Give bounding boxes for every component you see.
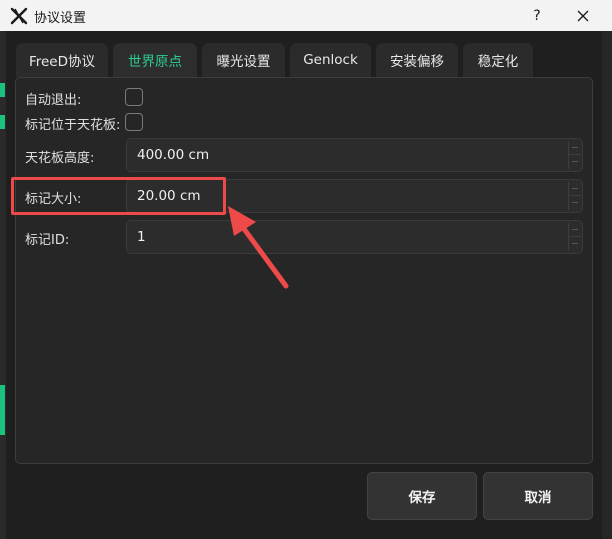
marker-id-input[interactable]: 1 — [126, 220, 583, 254]
marker-size-input[interactable]: 20.00 cm — [126, 179, 583, 213]
marker-size-stepper — [568, 182, 581, 210]
decrement-button[interactable] — [569, 237, 581, 251]
tab-freed-protocol[interactable]: FreeD协议 — [16, 43, 108, 77]
increment-button[interactable] — [569, 223, 581, 237]
save-button[interactable]: 保存 — [367, 472, 477, 520]
tab-stabilization[interactable]: 稳定化 — [463, 43, 533, 77]
marker-id-label: 标记ID: — [25, 233, 70, 248]
world-origin-panel: 自动退出: 标记位于天花板: 天花板高度: 400.00 cm 标记大小: 20… — [15, 77, 593, 464]
marker-on-ceiling-checkbox[interactable] — [125, 113, 143, 131]
ceiling-height-stepper — [568, 141, 581, 169]
settings-dialog: 协议设置 ? FreeD协议 世界原点 曝光设置 Genlock 安装偏移 稳定… — [0, 0, 612, 539]
help-icon: ? — [533, 7, 541, 24]
increment-button[interactable] — [569, 141, 581, 155]
help-button[interactable]: ? — [514, 0, 560, 31]
background-accent-mark — [0, 83, 5, 97]
tab-install-offset[interactable]: 安装偏移 — [376, 43, 458, 77]
app-logo-icon — [10, 7, 28, 25]
cancel-button[interactable]: 取消 — [483, 472, 593, 520]
background-accent-mark — [0, 385, 5, 435]
marker-id-stepper — [568, 223, 581, 251]
marker-on-ceiling-label: 标记位于天花板: — [25, 118, 121, 133]
marker-size-label: 标记大小: — [25, 192, 82, 207]
ceiling-height-label: 天花板高度: — [25, 151, 95, 166]
increment-button[interactable] — [569, 182, 581, 196]
title-bar: 协议设置 ? — [0, 0, 612, 31]
background-app-edge — [0, 31, 6, 539]
background-app-edge-right — [602, 31, 612, 539]
close-icon — [577, 10, 589, 21]
tab-genlock[interactable]: Genlock — [290, 43, 371, 77]
tab-world-origin[interactable]: 世界原点 — [113, 43, 197, 77]
decrement-button[interactable] — [569, 155, 581, 169]
marker-size-value: 20.00 cm — [137, 188, 201, 204]
background-accent-mark — [0, 115, 5, 129]
tab-exposure-settings[interactable]: 曝光设置 — [202, 43, 285, 77]
ceiling-height-value: 400.00 cm — [137, 147, 210, 163]
auto-exit-checkbox[interactable] — [125, 88, 143, 106]
marker-id-value: 1 — [137, 229, 146, 245]
window-title: 协议设置 — [34, 11, 87, 26]
decrement-button[interactable] — [569, 196, 581, 210]
ceiling-height-input[interactable]: 400.00 cm — [126, 138, 583, 172]
close-button[interactable] — [560, 0, 606, 31]
auto-exit-label: 自动退出: — [25, 93, 82, 108]
